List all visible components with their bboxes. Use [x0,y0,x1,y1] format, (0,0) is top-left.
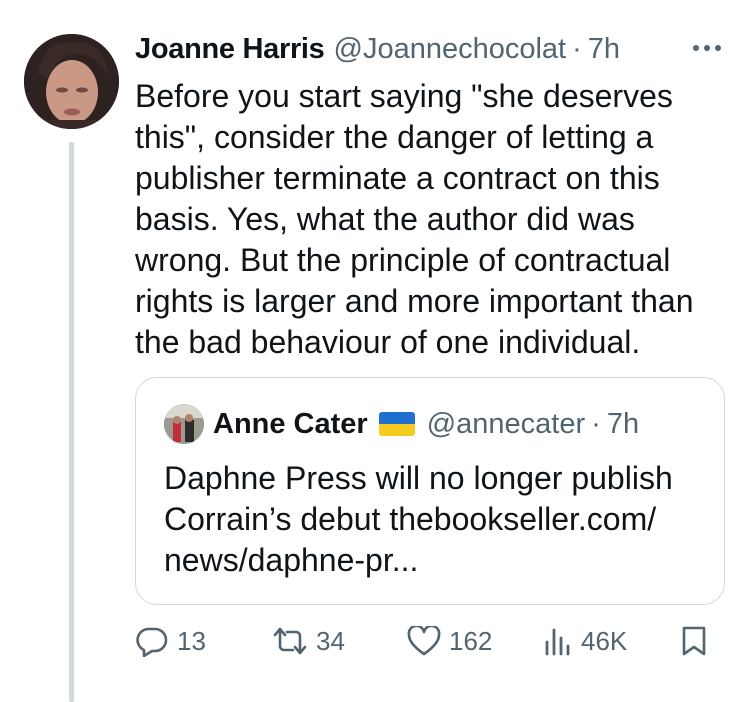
like-count: 162 [449,625,493,656]
like-button[interactable]: 162 [407,620,492,662]
reply-icon [136,627,168,657]
author-name[interactable]: Joanne Harris [135,33,325,66]
repost-count: 34 [316,625,345,656]
thread-line [69,142,74,702]
avatar-photo [24,34,119,129]
more-icon[interactable] [692,34,722,62]
quote-author-handle: @annecater [426,407,586,440]
quote-time: 7h [606,407,640,440]
reply-count: 13 [177,625,206,656]
views-button[interactable]: 46K [543,620,627,662]
author-handle[interactable]: @Joannechocolat [334,33,567,66]
ukraine-flag-icon [378,412,415,436]
reply-button[interactable]: 13 [135,620,206,662]
quote-separator: · [591,407,601,440]
repost-icon [273,627,307,655]
quote-avatar-photo [164,404,204,444]
quote-author-name: Anne Cater [213,407,368,440]
tweet-time[interactable]: 7h [588,33,620,66]
header-separator: · [572,32,582,65]
quote-author-avatar [164,404,204,444]
tweet-header: Joanne Harris @Joannechocolat · 7h [135,30,735,68]
like-icon [407,626,441,656]
action-bar: 13 34 162 46K [135,620,725,662]
views-count: 46K [581,625,628,656]
bookmark-button[interactable] [680,620,708,662]
repost-button[interactable]: 34 [272,620,345,662]
author-avatar[interactable] [24,34,119,129]
quoted-tweet[interactable]: Anne Cater @annecater · 7h Daphne Press … [135,377,725,605]
quote-text: Daphne Press will no longer publish Corr… [164,460,673,578]
tweet-text: Before you start saying "she deserves th… [135,78,694,360]
bookmark-icon [682,626,706,656]
views-icon [545,628,570,656]
quote-header: Anne Cater @annecater · 7h [164,404,639,444]
